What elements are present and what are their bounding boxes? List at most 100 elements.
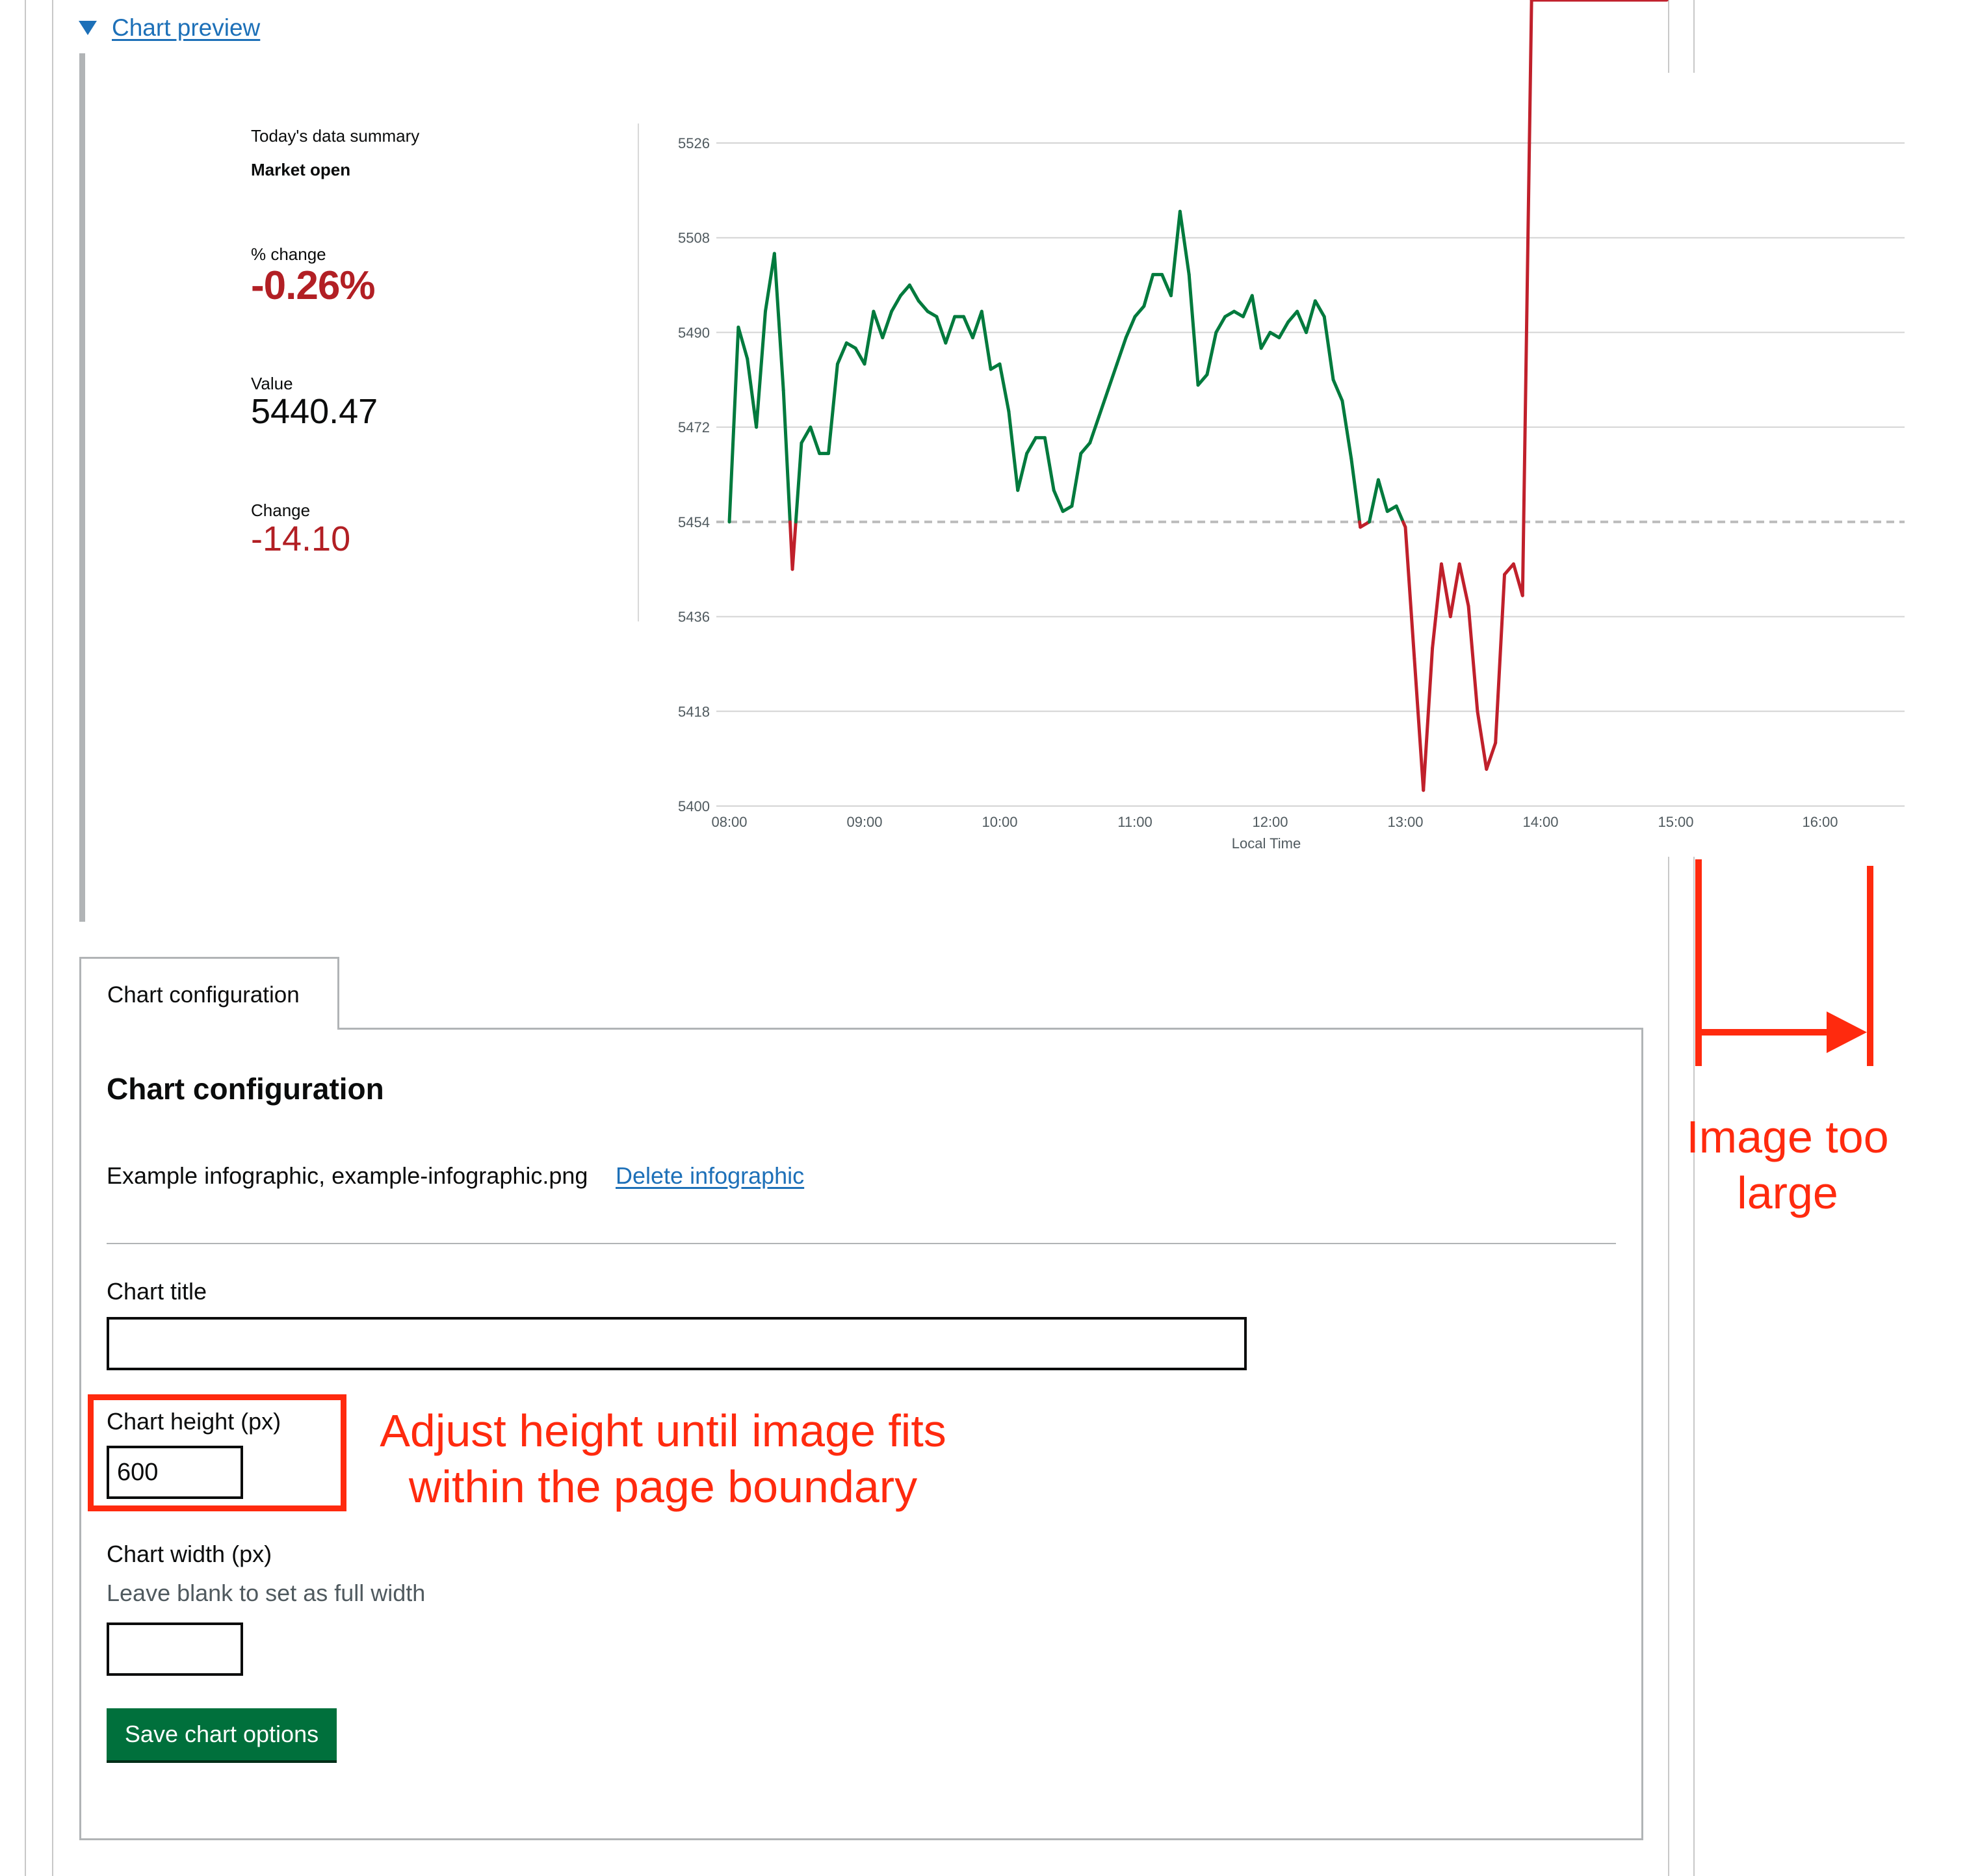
series-line-segment <box>781 388 792 524</box>
series-line-segment <box>1016 452 1029 492</box>
x-tick-label: 14:00 <box>1522 814 1558 830</box>
y-tick-label: 5472 <box>678 419 710 436</box>
series-line-segment <box>746 357 759 429</box>
series-line-segment <box>935 315 948 345</box>
series-line-segment <box>1214 315 1227 334</box>
series-line-segment <box>1340 399 1353 461</box>
delete-infographic-link[interactable]: Delete infographic <box>616 1162 804 1190</box>
series-line-segment <box>835 341 848 366</box>
series-line-segment <box>881 309 894 340</box>
line-chart: 5526 5508 5490 5472 5454 5436 5418 5400 08:00 09… <box>678 0 1905 852</box>
series-line-segment <box>1520 0 1533 597</box>
series-line-segment <box>1241 294 1254 319</box>
y-tick-label: 5508 <box>678 230 710 246</box>
series-line-segment <box>1178 209 1191 276</box>
series-line-segment <box>1313 299 1326 319</box>
series-line-segment <box>1259 330 1272 350</box>
height-annotation-line2: within the page boundary <box>408 1461 918 1512</box>
x-tick-label: 16:00 <box>1802 814 1838 830</box>
series-line-segment <box>998 362 1011 413</box>
series-line-segment <box>827 362 839 456</box>
series-line-segment <box>1250 294 1263 350</box>
series-line-segment <box>1043 436 1056 492</box>
series-line-segment <box>917 299 930 313</box>
x-tick-label: 09:00 <box>846 814 882 830</box>
series-line-segment <box>1286 309 1299 324</box>
infographic-filename: Example infographic, example-infographic… <box>107 1162 588 1189</box>
series-line-segment <box>1097 388 1110 419</box>
x-tick-label: 13:00 <box>1387 814 1423 830</box>
arrow-shaft <box>1702 1029 1832 1036</box>
series-line-segment <box>1079 441 1092 456</box>
series-line-segment <box>944 315 957 345</box>
series-line-segment <box>1277 320 1290 340</box>
series-line-segment <box>1160 272 1173 298</box>
series-line-segment <box>1503 562 1515 577</box>
series-line-segment <box>1007 410 1020 492</box>
y-tick-label: 5526 <box>678 135 710 151</box>
x-tick-label: 08:00 <box>711 814 747 830</box>
series-line-segment <box>1088 415 1101 445</box>
series-line-segment <box>872 309 885 340</box>
x-tick-label: 15:00 <box>1658 814 1693 830</box>
y-tick-label: 5400 <box>678 798 710 814</box>
series-line-segment <box>1106 362 1119 392</box>
series-line-segment <box>853 346 866 366</box>
save-chart-options-button[interactable]: Save chart options <box>107 1708 337 1760</box>
series-line-segment <box>1448 562 1461 619</box>
height-highlight-box <box>88 1394 346 1511</box>
series-line-segment <box>970 309 983 340</box>
series-line-segment <box>898 283 911 298</box>
section-divider <box>107 1243 1616 1244</box>
series-line-segment <box>1476 709 1489 771</box>
series-line-segment <box>1494 573 1507 745</box>
x-axis-label: Local Time <box>1232 835 1301 852</box>
series-line-segment <box>1322 315 1335 382</box>
y-tick-label: 5418 <box>678 703 710 720</box>
series-line-segment <box>1413 657 1426 792</box>
series-line-segment <box>1349 457 1362 524</box>
size-annotation-line2: large <box>1737 1167 1838 1218</box>
series-line-segment <box>1196 372 1209 387</box>
series-line-segment <box>1070 452 1083 508</box>
chart-width-label: Chart width (px) <box>107 1541 272 1567</box>
series-line-segment <box>1169 209 1182 298</box>
series-line-segment <box>980 309 993 371</box>
series-line-segment <box>1331 378 1344 403</box>
chart-title-label: Chart title <box>107 1278 207 1305</box>
series-line-segment <box>1025 436 1037 456</box>
series-line-segment <box>1205 330 1218 376</box>
series-line-segment <box>1457 562 1470 608</box>
series-line-segment <box>962 315 974 340</box>
height-annotation-line1: Adjust height until image fits <box>380 1405 946 1456</box>
series-line-segment <box>763 252 776 313</box>
series-line-segment <box>1115 336 1128 366</box>
series-line-segment <box>790 520 798 571</box>
series-line-segment <box>1376 478 1389 514</box>
page-right-border-lower <box>1668 857 1669 1876</box>
series-line-segment <box>1403 525 1416 660</box>
chart-width-input[interactable] <box>107 1622 243 1676</box>
series-line-segment <box>1304 299 1317 334</box>
series-line-segment <box>863 309 876 366</box>
series-line-segment <box>727 325 740 524</box>
series-line-segment <box>907 283 920 303</box>
series-line-segment <box>1466 604 1479 713</box>
y-tick-label: 5490 <box>678 324 710 341</box>
series-line-segment <box>1142 272 1155 308</box>
series-line-segment <box>1431 562 1443 650</box>
arrow-head-icon <box>1827 1011 1867 1053</box>
y-tick-label: 5436 <box>678 609 710 625</box>
series-line-segment <box>1368 478 1380 524</box>
series-line-segment <box>1439 562 1452 619</box>
chart-title-input[interactable] <box>107 1317 1247 1370</box>
arrow-right-bar <box>1867 866 1873 1066</box>
series-line-segment <box>1133 304 1146 319</box>
tab-chart-configuration[interactable]: Chart configuration <box>79 957 339 1030</box>
series-line-segment <box>1422 646 1435 792</box>
series-line-segment <box>809 425 822 456</box>
series-line-segment <box>1052 488 1065 514</box>
chart-width-hint: Leave blank to set as full width <box>107 1580 426 1606</box>
series-line-segment <box>1394 504 1405 524</box>
y-tick-label: 5454 <box>678 514 710 530</box>
